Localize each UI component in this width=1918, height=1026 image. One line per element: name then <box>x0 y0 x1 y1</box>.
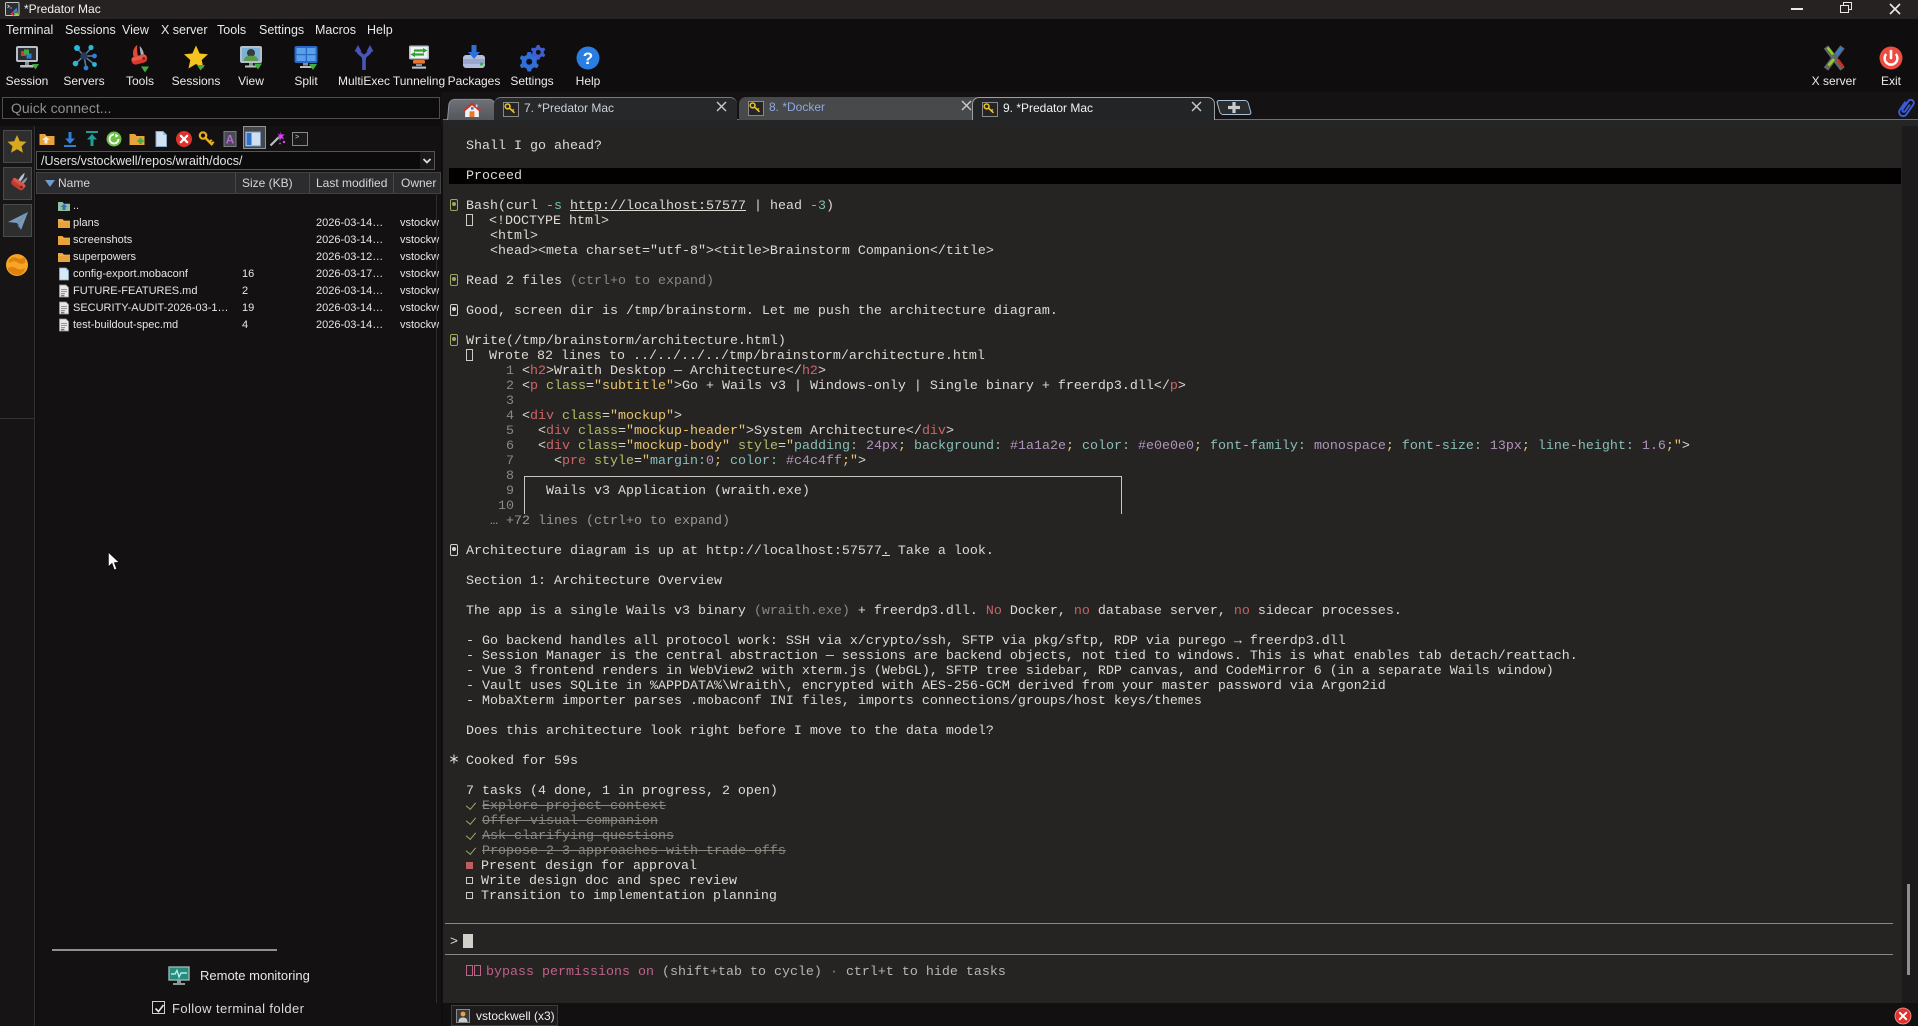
svg-text:>: > <box>295 134 299 142</box>
svg-text:A: A <box>226 133 235 147</box>
svg-text:?: ? <box>583 49 593 68</box>
